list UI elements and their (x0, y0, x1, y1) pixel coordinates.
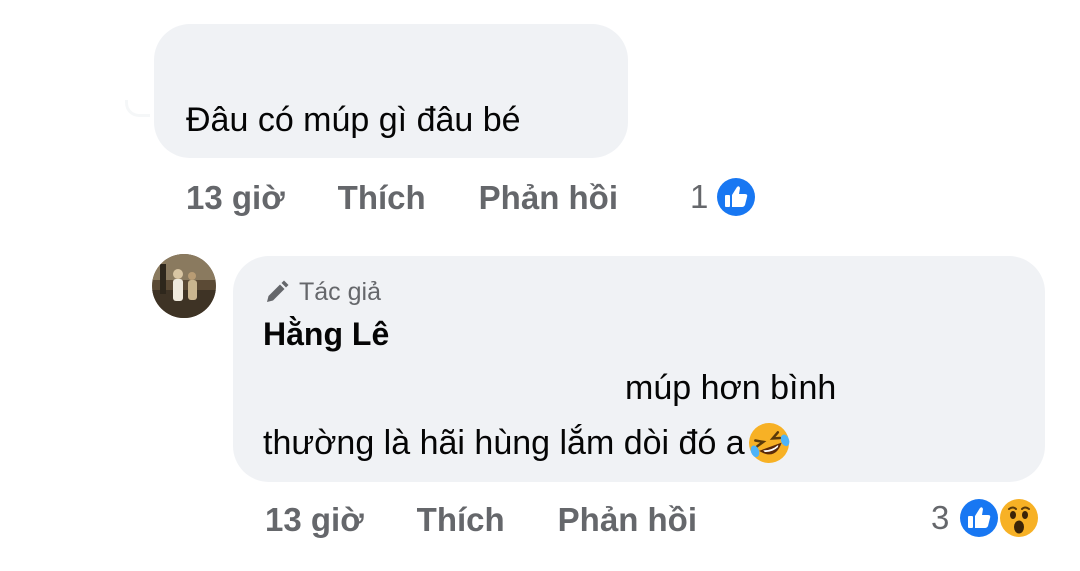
comment-bubble: Đâu có múp gì đâu bé (154, 24, 628, 158)
reaction-summary[interactable]: 1 (690, 175, 758, 219)
comment-text: Đâu có múp gì đâu bé (186, 101, 521, 139)
reaction-count: 1 (690, 178, 709, 215)
reply-text-line-1: múp hơn bình (625, 369, 837, 407)
reaction-summary[interactable]: 3 (931, 496, 1041, 540)
reply-text: thường là hãi hùng lắm dòi đó a (263, 424, 745, 462)
like-button[interactable]: Thích (417, 501, 505, 539)
reply-text-line-2: thường là hãi hùng lắm dòi đó a (263, 420, 793, 466)
comment-actions: 13 giờ Thích Phản hồi (186, 179, 618, 217)
comment-time[interactable]: 13 giờ (186, 179, 285, 217)
author-name[interactable]: Hằng Lê (263, 316, 389, 353)
like-icon (714, 175, 758, 219)
wow-icon (997, 496, 1041, 540)
reply-time[interactable]: 13 giờ (265, 501, 364, 539)
like-button[interactable]: Thích (338, 179, 426, 217)
pencil-icon (263, 280, 289, 306)
reply-bubble: Tác giả Hằng Lê múp hơn bình thường là h… (233, 256, 1045, 482)
thread-connector (125, 100, 150, 117)
reply-button[interactable]: Phản hồi (479, 179, 618, 217)
reply-button[interactable]: Phản hồi (558, 501, 697, 539)
author-badge-label: Tác giả (299, 278, 381, 306)
reaction-count: 3 (931, 499, 950, 536)
rolling-laughing-emoji-icon (745, 420, 793, 466)
author-avatar[interactable] (152, 254, 216, 318)
author-badge: Tác giả (263, 278, 381, 307)
reply-actions: 13 giờ Thích Phản hồi (265, 501, 697, 539)
like-icon (957, 496, 1001, 540)
